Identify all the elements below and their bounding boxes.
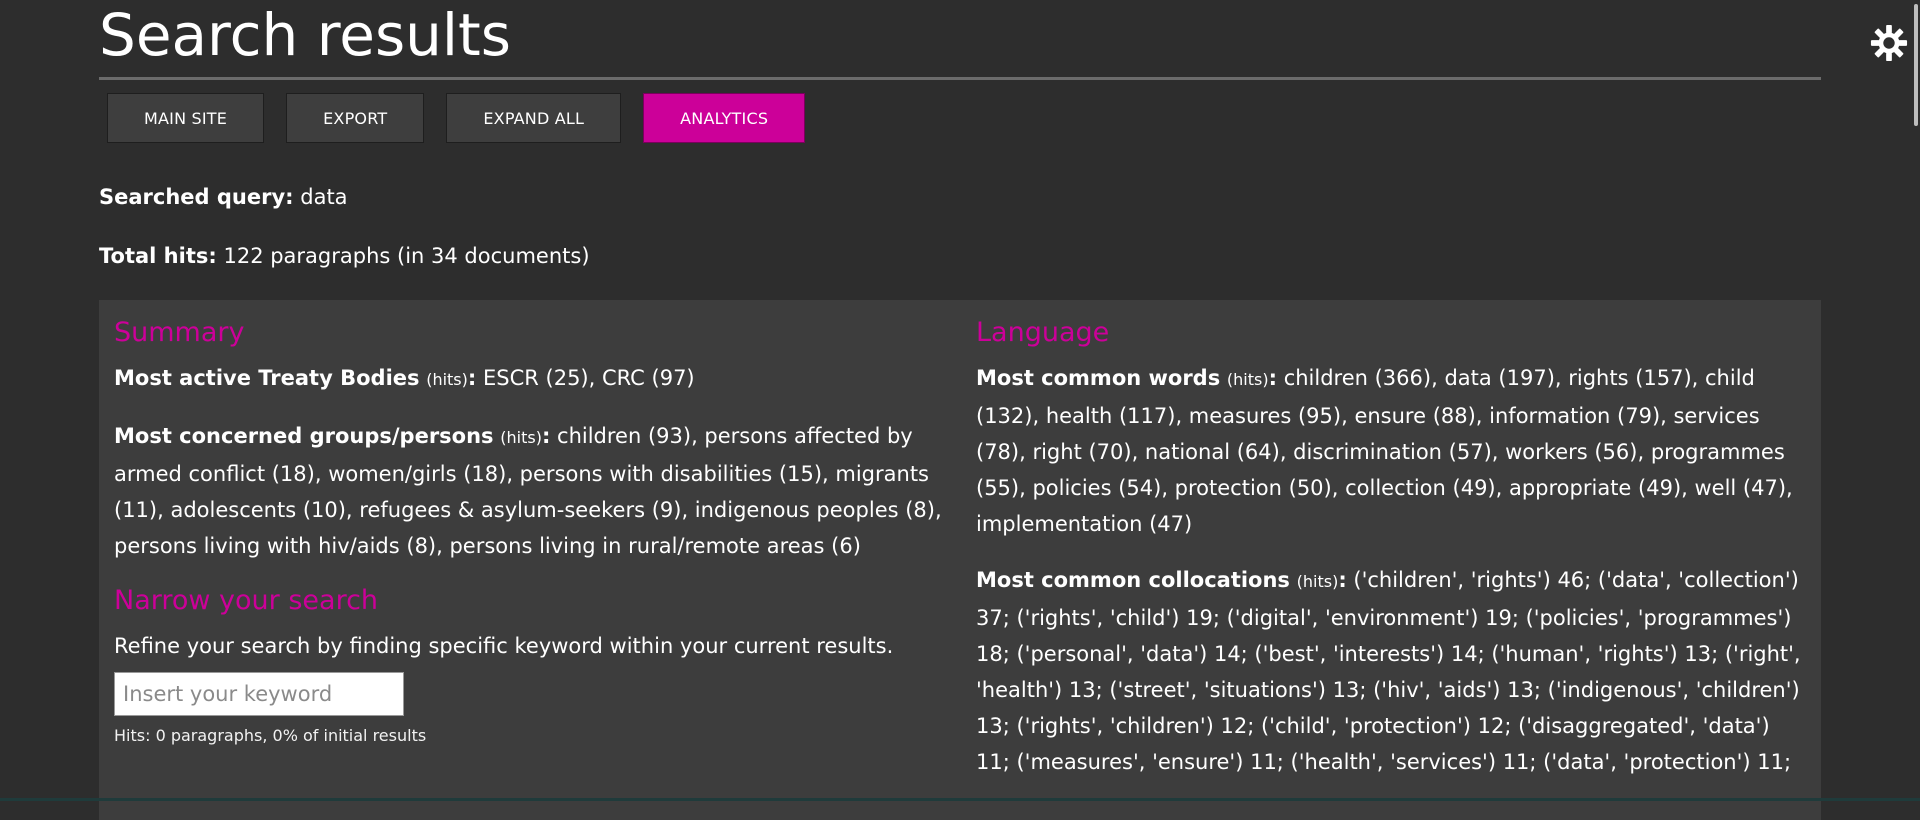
- total-hits-value: 122 paragraphs (in 34 documents): [223, 244, 590, 268]
- keyword-input[interactable]: [114, 672, 404, 716]
- main-site-button[interactable]: MAIN SITE: [107, 93, 265, 143]
- collocations-label: Most common collocations: [976, 568, 1290, 592]
- common-words-hits-note: (hits): [1226, 370, 1269, 389]
- common-words-paragraph: Most common words (hits): children (366)…: [976, 366, 1793, 536]
- treaty-bodies-value: ESCR (25), CRC (97): [482, 366, 695, 390]
- scrollbar[interactable]: [1911, 0, 1920, 801]
- gear-icon[interactable]: [1870, 24, 1908, 62]
- scrollbar-thumb[interactable]: [1914, 4, 1918, 126]
- searched-query-label: Searched query:: [99, 185, 294, 209]
- searched-query-value: data: [300, 185, 348, 209]
- title-divider: [99, 77, 1821, 80]
- summary-column: Summary Most active Treaty Bodies (hits)…: [114, 316, 976, 820]
- language-heading: Language: [976, 317, 1110, 348]
- expand-all-button[interactable]: EXPAND ALL: [446, 93, 622, 143]
- narrow-hits-note: Hits: 0 paragraphs, 0% of initial result…: [114, 726, 427, 745]
- treaty-bodies-hits-note: (hits): [426, 370, 468, 389]
- analytics-panel: Summary Most active Treaty Bodies (hits)…: [99, 300, 1821, 820]
- toolbar: MAIN SITE EXPORT EXPAND ALL ANALYTICS: [99, 93, 1821, 143]
- main-content: Search results MAIN SITE EXPORT EXPAND A…: [99, 0, 1821, 820]
- export-button[interactable]: EXPORT: [286, 93, 425, 143]
- language-column: Language Most common words (hits): child…: [976, 316, 1806, 820]
- treaty-bodies-label: Most active Treaty Bodies: [114, 366, 420, 390]
- groups-hits-note: (hits): [500, 428, 542, 447]
- narrow-search-heading: Narrow your search: [114, 585, 379, 616]
- total-hits: Total hits: 122 paragraphs (in 34 docume…: [99, 242, 1821, 270]
- analytics-button[interactable]: ANALYTICS: [643, 93, 806, 143]
- groups-label: Most concerned groups/persons: [114, 424, 494, 448]
- common-words-label: Most common words: [976, 366, 1221, 390]
- treaty-bodies-paragraph: Most active Treaty Bodies (hits): ESCR (…: [114, 366, 695, 390]
- collocations-paragraph: Most common collocations (hits): ('child…: [976, 568, 1801, 774]
- groups-paragraph: Most concerned groups/persons (hits): ch…: [114, 424, 942, 558]
- total-hits-label: Total hits:: [99, 244, 217, 268]
- common-words-value: children (366), data (197), rights (157)…: [976, 366, 1793, 536]
- summary-heading: Summary: [114, 317, 245, 348]
- searched-query: Searched query: data: [99, 183, 1821, 211]
- narrow-search-description: Refine your search by finding specific k…: [114, 634, 894, 658]
- page-title: Search results: [99, 1, 512, 69]
- collocations-value: ('children', 'rights') 46; ('data', 'col…: [976, 568, 1801, 774]
- collocations-hits-note: (hits): [1296, 572, 1339, 591]
